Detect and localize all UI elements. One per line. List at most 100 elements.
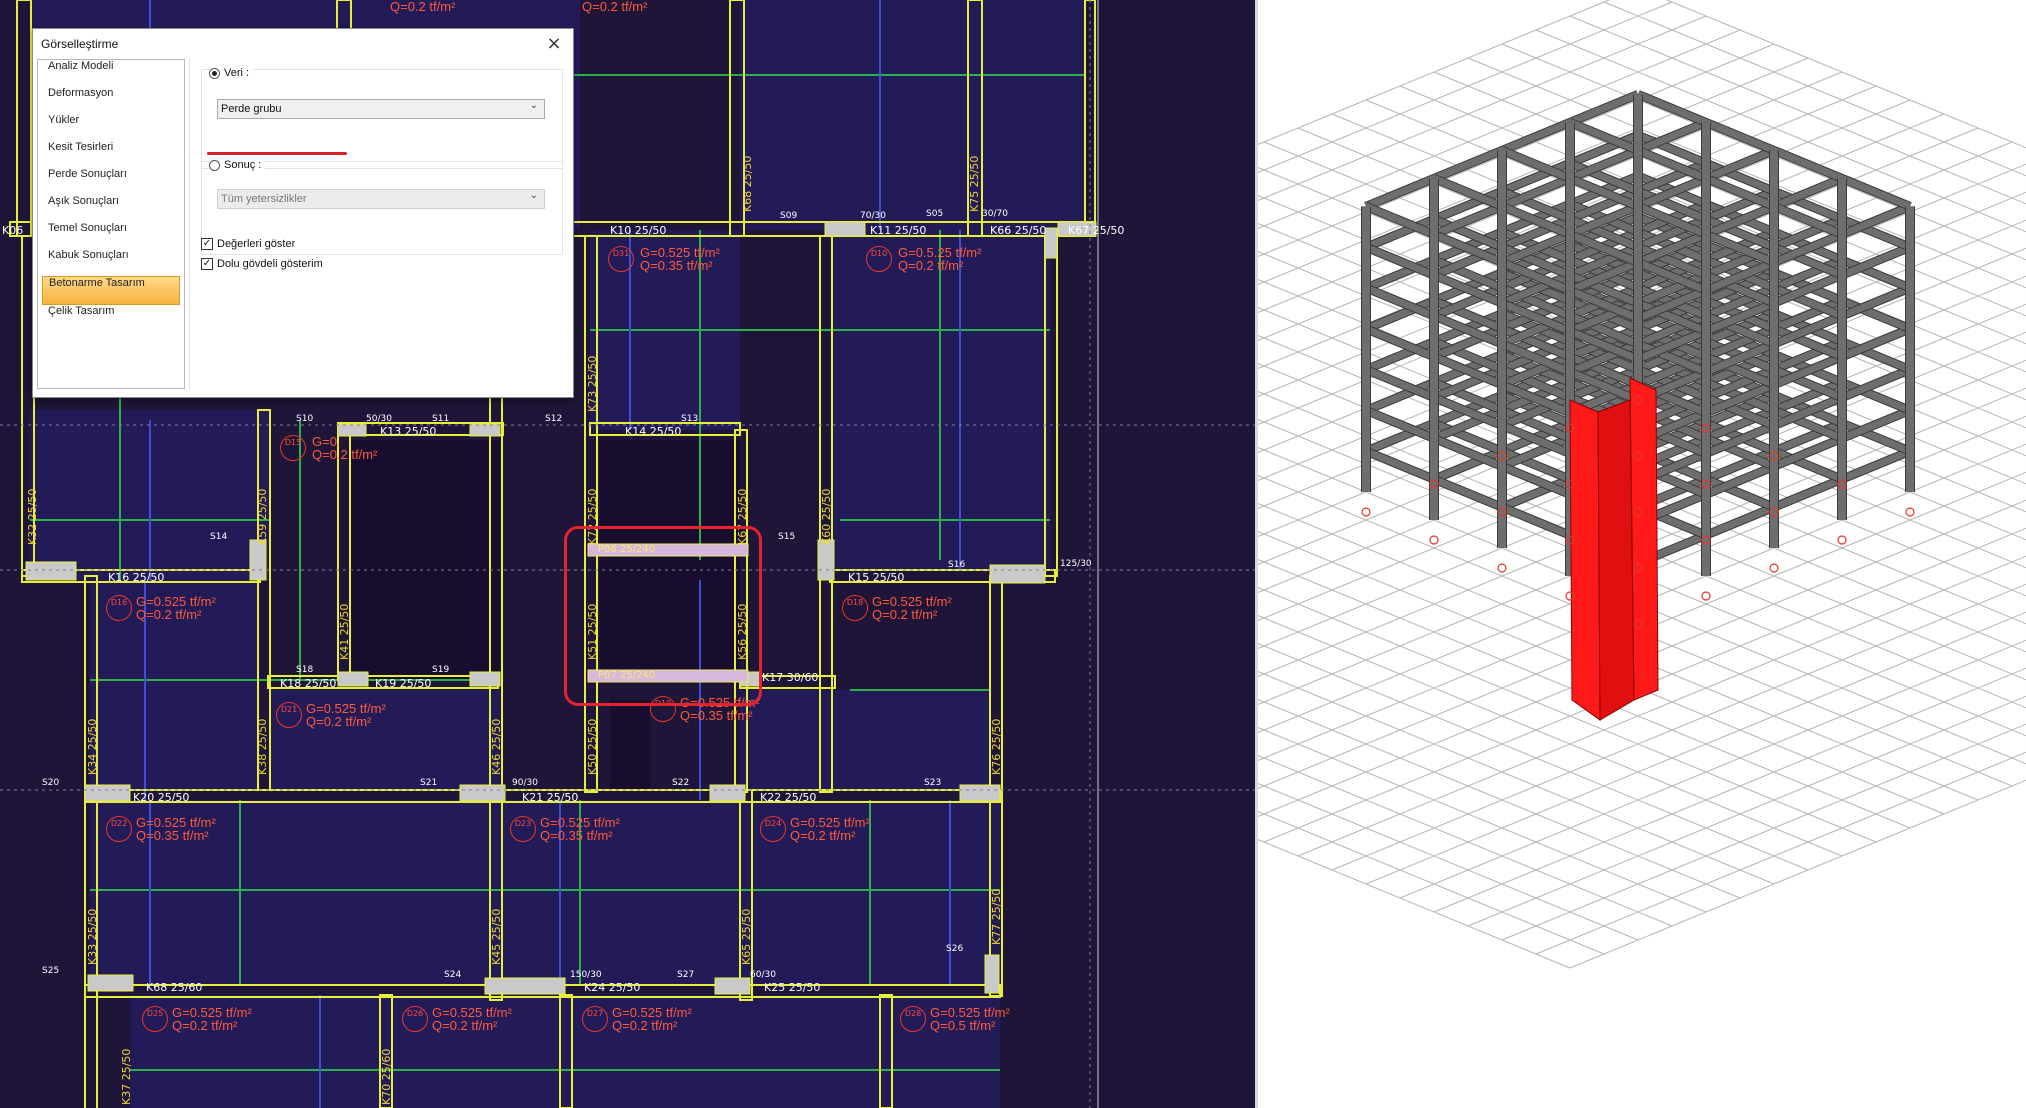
load-q: Q=0.2 tf/m² — [136, 607, 202, 622]
slab-label: S09 — [780, 211, 798, 221]
result-radio[interactable] — [209, 159, 220, 171]
result-radio-row[interactable]: Sonuç : — [209, 159, 266, 171]
dimension-label: 90/30 — [512, 778, 538, 788]
support-marker — [1769, 563, 1779, 573]
nav-item-foundation-results[interactable]: Temel Sonuçları — [38, 222, 184, 249]
slab-label: S20 — [42, 778, 60, 788]
3d-view[interactable] — [1258, 0, 2026, 1108]
column-label: K70 25/60 — [380, 1048, 393, 1105]
chevron-down-icon[interactable]: ⌄ — [530, 100, 538, 111]
slab-tag: D16 — [106, 595, 132, 621]
support-marker — [1837, 535, 1847, 545]
slab-label: S05 — [926, 209, 944, 219]
dialog-titlebar[interactable]: Görselleştirme × — [33, 29, 573, 59]
dialog-title: Görselleştirme — [41, 37, 119, 51]
beam-label: K24 25/50 — [584, 981, 641, 994]
slab-tag: D27 — [582, 1006, 608, 1032]
solid-body-checkbox[interactable]: ✓ — [201, 258, 213, 270]
beam-label: K21 25/50 — [522, 791, 579, 804]
result-select[interactable]: Tüm yetersizlikler ⌄ — [217, 189, 545, 209]
solid-body-label: Dolu gövdeli gösterim — [217, 258, 323, 270]
beam-label: K66 25/50 — [990, 224, 1047, 237]
nav-item-loads[interactable]: Yükler — [38, 114, 184, 141]
slab-label: S19 — [432, 665, 450, 675]
nav-item-purlin-results[interactable]: Aşık Sonuçları — [38, 195, 184, 222]
dimension-label: 60/30 — [750, 970, 776, 980]
column-label: K45 25/50 — [490, 908, 503, 965]
slab-label: S24 — [444, 970, 462, 980]
column-label: K46 25/50 — [490, 718, 503, 775]
slab-label: S22 — [672, 778, 690, 788]
data-radio-row[interactable]: Veri : — [209, 67, 254, 79]
nav-item-steel-design[interactable]: Çelik Tasarım — [38, 305, 184, 332]
beam-label: K22 25/50 — [760, 791, 817, 804]
column-label: K75 25/50 — [968, 155, 981, 212]
support-marker — [1701, 591, 1711, 601]
show-values-checkbox[interactable]: ✓ — [201, 238, 213, 250]
column-label: K73 25/50 — [586, 355, 599, 412]
shear-wall-group — [1569, 377, 1659, 721]
load-q: Q=0.2 tf/m² — [612, 1018, 678, 1033]
3d-model[interactable] — [1258, 0, 2026, 1108]
nav-item-analysis-model[interactable]: Analiz Modeli — [38, 60, 184, 87]
annotation-underline — [207, 152, 347, 155]
beam-label: K25 25/50 — [764, 981, 821, 994]
grid-line — [1399, 639, 2026, 899]
grid-line — [1258, 838, 1571, 969]
dimension-label: 125/30 — [1060, 559, 1092, 569]
slab-label: S18 — [296, 665, 314, 675]
slab-label: S16 — [948, 560, 966, 570]
support-marker — [1497, 563, 1507, 573]
highlight-frame — [564, 526, 762, 706]
beam-label: K18 25/50 — [280, 677, 337, 690]
slab-label: S14 — [210, 532, 228, 542]
beam-label: K68 25/60 — [146, 981, 203, 994]
column-label: K59 25/50 — [256, 488, 269, 545]
result-radio-label: Sonuç : — [224, 159, 262, 171]
load-q: Q=0.2 tf/m² — [306, 714, 372, 729]
nav-item-deformation[interactable]: Deformasyon — [38, 87, 184, 114]
show-values-row[interactable]: ✓ Değerleri göster — [201, 238, 295, 250]
dimension-label: 150/30 — [570, 970, 602, 980]
close-icon[interactable]: × — [543, 33, 565, 55]
nav-item-section-forces[interactable]: Kesit Tesirleri — [38, 141, 184, 168]
nav-item-wall-results[interactable]: Perde Sonuçları — [38, 168, 184, 195]
column-label: K77 25/50 — [990, 888, 1003, 945]
beam-label: K11 25/50 — [870, 224, 927, 237]
load-q: Q=0.35 tf/m² — [680, 708, 753, 723]
slab-label: S11 — [432, 414, 450, 424]
shear-wall — [1597, 399, 1635, 721]
visualization-dialog[interactable]: Görselleştirme × Analiz Modeli Deformasy… — [32, 28, 574, 398]
solid-body-row[interactable]: ✓ Dolu gövdeli gösterim — [201, 258, 323, 270]
support-marker — [1361, 507, 1371, 517]
category-list[interactable]: Analiz Modeli Deformasyon Yükler Kesit T… — [37, 59, 185, 389]
beam-label: K16 25/50 — [108, 571, 165, 584]
shear-wall — [1629, 377, 1659, 701]
slab-tag: D25 — [142, 1006, 168, 1032]
slab-label: S10 — [296, 414, 314, 424]
slab-label: S15 — [778, 532, 796, 542]
slab-tag: D15 — [280, 435, 306, 461]
show-values-label: Değerleri göster — [217, 238, 296, 250]
nav-item-shell-results[interactable]: Kabuk Sonuçları — [38, 249, 184, 276]
data-radio[interactable] — [209, 67, 220, 79]
slab-label: S27 — [677, 970, 695, 980]
slab-label: S26 — [946, 944, 964, 954]
chevron-down-icon[interactable]: ⌄ — [530, 190, 538, 201]
column-label: K76 25/50 — [990, 718, 1003, 775]
column-label: K68 25/50 — [741, 155, 754, 212]
beam-label: K67 25/50 — [1068, 224, 1125, 237]
data-select[interactable]: Perde grubu ⌄ — [217, 99, 545, 119]
column-label: K32 25/50 — [26, 488, 39, 545]
panel-separator — [189, 59, 190, 389]
load-text: Q=0.2 tf/m² — [390, 0, 456, 14]
load-q: Q=0.2 tf/m² — [898, 258, 964, 273]
beam-label: K14 25/50 — [625, 425, 682, 438]
column-label: K33 25/50 — [86, 908, 99, 965]
nav-item-concrete-design[interactable]: Betonarme Tasarım — [42, 276, 180, 305]
slab-tag: D28 — [900, 1006, 926, 1032]
beam-label: K20 25/50 — [133, 791, 190, 804]
load-q: Q=0.35 tf/m² — [640, 258, 713, 273]
slab-label: S21 — [420, 778, 438, 788]
load-q: Q=0.5 tf/m² — [930, 1018, 996, 1033]
